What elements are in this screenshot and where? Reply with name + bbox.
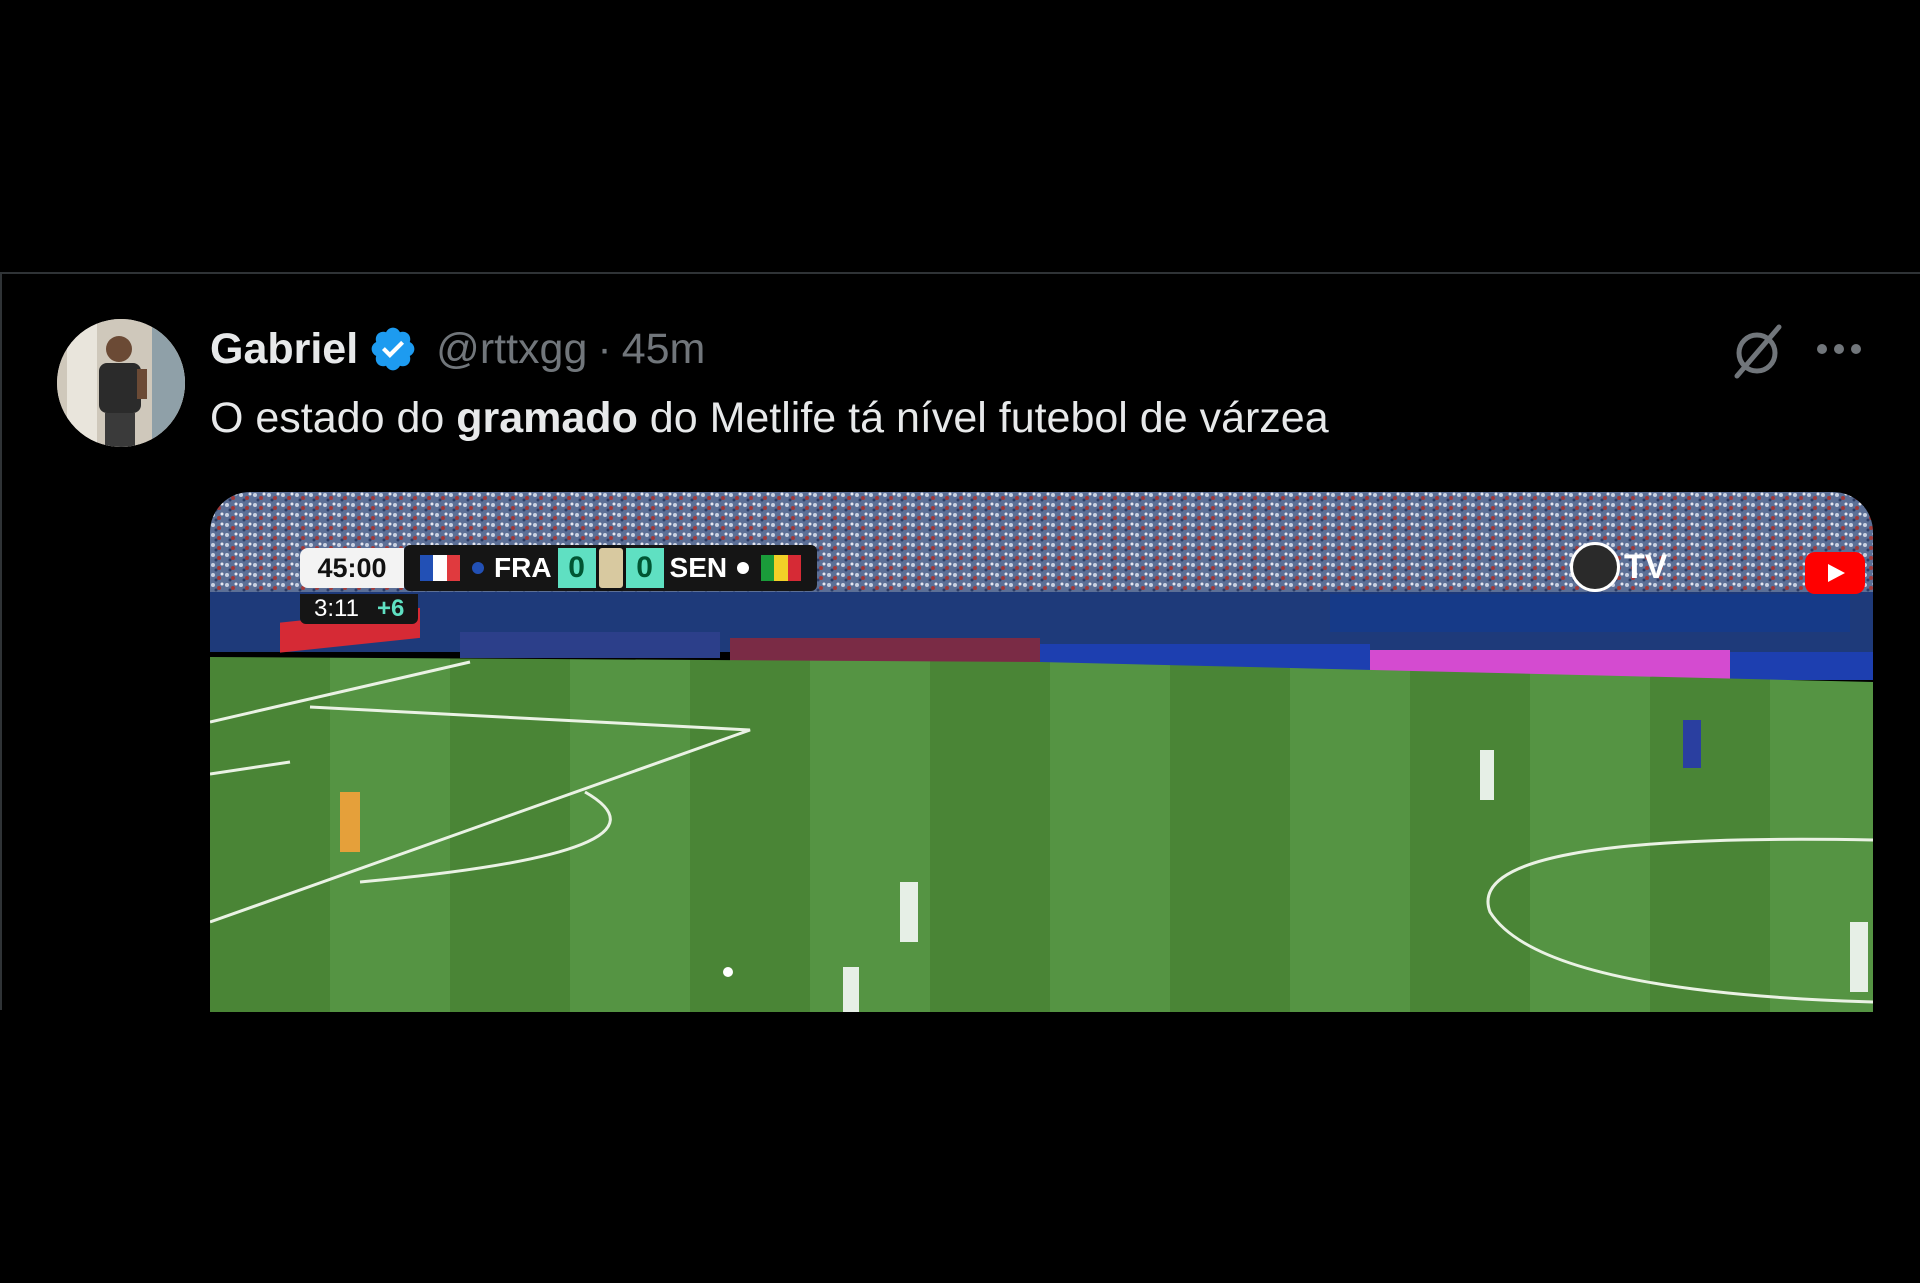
score-bar: FRA 0 0 SEN (404, 545, 818, 591)
away-team: SEN (669, 552, 728, 583)
channel-logo-icon (1570, 542, 1620, 592)
tweet-text: O estado do gramado do Metlife tá nível … (210, 394, 1329, 443)
tweet-header: Gabriel @rttxgg · 45m (210, 324, 705, 374)
home-score: 0 (557, 548, 596, 588)
tweet-text-bold: gramado (456, 394, 638, 442)
tweet-text-end: do Metlife tá nível futebol de várzea (637, 394, 1329, 442)
added-minutes: +6 (376, 595, 405, 622)
stoppage-bar: 3:11 +6 (300, 594, 419, 624)
more-icon[interactable] (1814, 334, 1864, 364)
away-score: 0 (625, 548, 664, 588)
france-flag-icon (420, 555, 460, 581)
home-color-dot (472, 562, 484, 574)
timestamp[interactable]: 45m (622, 325, 706, 374)
scoreboard: 45:00 FRA 0 0 SEN (300, 545, 818, 591)
author-name[interactable]: Gabriel (210, 325, 358, 374)
home-team: FRA (494, 552, 552, 583)
senegal-flag-icon (761, 555, 802, 581)
stoppage-time: 3:11 (314, 595, 359, 622)
tweet-text-start: O estado do (210, 394, 457, 442)
grok-icon[interactable] (1727, 321, 1787, 381)
tweet-card[interactable]: Gabriel @rttxgg · 45m O estado do gramad… (0, 272, 1920, 1012)
away-color-dot (737, 562, 750, 574)
match-clock: 45:00 (300, 548, 404, 588)
youtube-icon[interactable] (1805, 552, 1865, 594)
video-media[interactable]: 45:00 FRA 0 0 SEN 3:11 +6 TV (210, 492, 1873, 1012)
avatar[interactable] (57, 319, 185, 447)
verified-badge-icon (371, 327, 415, 371)
author-handle[interactable]: @rttxgg (436, 325, 587, 374)
trophy-icon (595, 545, 626, 591)
channel-name: TV (1624, 548, 1668, 586)
separator: · (597, 324, 612, 373)
